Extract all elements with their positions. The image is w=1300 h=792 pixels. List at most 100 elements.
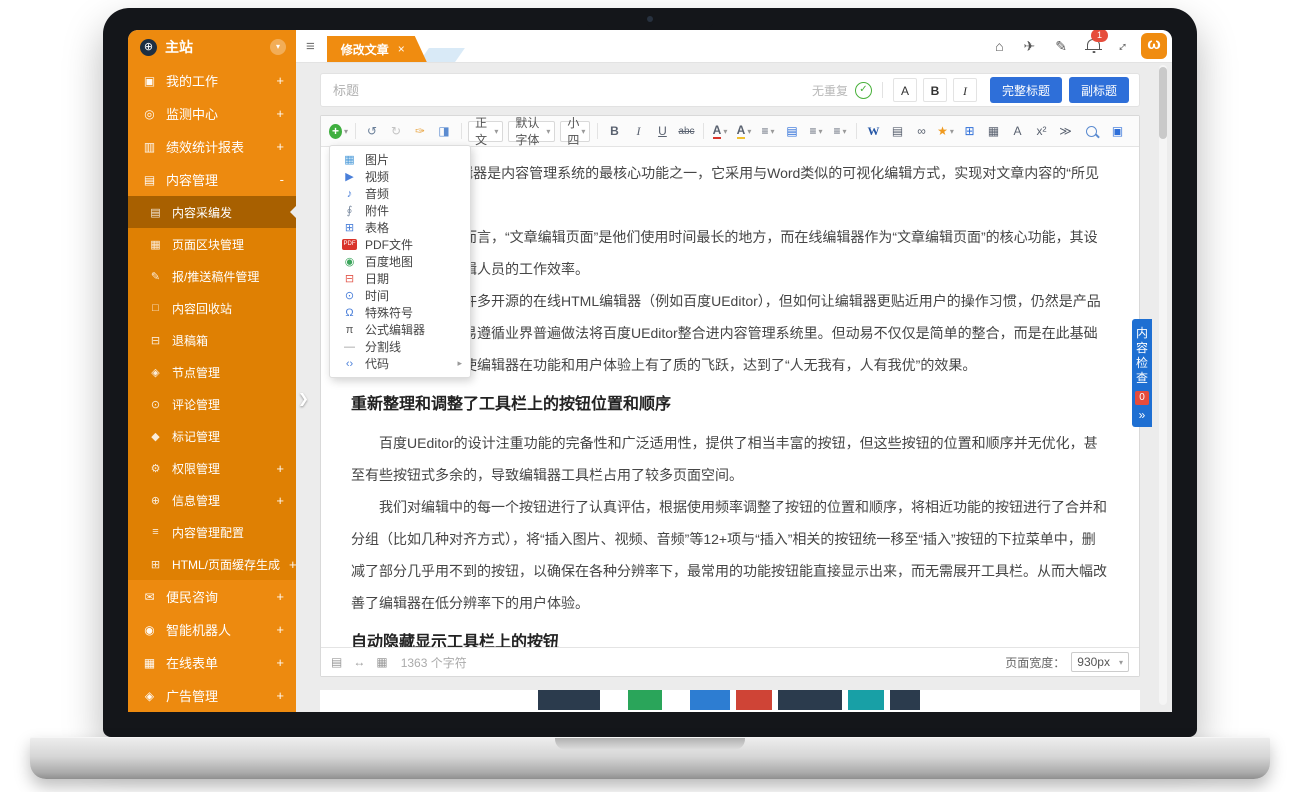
menu-item-label: 表格 — [365, 219, 389, 236]
sidebar-collapse-icon[interactable]: ≡ — [306, 38, 315, 55]
title-bold-button[interactable]: B — [923, 78, 947, 102]
insert-menu-item-date[interactable]: ⊟ 日期 — [330, 270, 470, 287]
bold-button[interactable]: B — [603, 120, 626, 142]
font-family-value: 默认字体 — [515, 114, 544, 148]
submenu-item-label: 标记管理 — [172, 428, 284, 445]
caret-down-icon: ▾ — [747, 127, 751, 136]
page-width-select[interactable]: 930px ▾ — [1071, 652, 1129, 672]
sidebar-item-online-form[interactable]: ▦ 在线表单 + — [128, 646, 296, 679]
sidebar-item-convenience-consult[interactable]: ✉ 便民咨询 + — [128, 580, 296, 613]
underline-button[interactable]: U — [651, 120, 674, 142]
full-title-button[interactable]: 完整标题 — [990, 77, 1062, 103]
italic-button[interactable]: I — [627, 120, 650, 142]
color-block — [848, 690, 884, 710]
insert-menu-item-formula-editor[interactable]: π 公式编辑器 — [330, 321, 470, 338]
pencil-icon: ✎ — [148, 270, 163, 283]
scrollbar-thumb[interactable] — [1159, 67, 1167, 139]
paragraph-format-button[interactable]: ▤ — [780, 120, 803, 142]
paragraph-select[interactable]: 正文 ▾ — [468, 121, 503, 142]
insert-menu-item-video[interactable]: ▶ 视频 — [330, 168, 470, 185]
sidebar-item-performance-report[interactable]: ▥ 绩效统计报表 + — [128, 130, 296, 163]
search-replace-icon[interactable] — [1086, 126, 1097, 137]
submenu-item-content-editing[interactable]: ▤ 内容采编发 — [128, 196, 296, 228]
blocks-icon: ▦ — [148, 238, 163, 251]
subtitle-button[interactable]: 副标题 — [1069, 77, 1129, 103]
submenu-item-rejected-box[interactable]: ⊟ 退稿箱 — [128, 324, 296, 356]
title-input[interactable] — [331, 82, 812, 99]
tab-close-icon[interactable]: × — [398, 42, 405, 56]
sidebar-item-monitor-center[interactable]: ◎ 监测中心 + — [128, 97, 296, 130]
submenu-item-push-manuscript[interactable]: ✎ 报/推送稿件管理 — [128, 260, 296, 292]
insert-menu-item-special-symbol[interactable]: Ω 特殊符号 — [330, 304, 470, 321]
insert-menu-item-divider[interactable]: — 分割线 — [330, 338, 470, 355]
submenu-item-info-management[interactable]: ⊕ 信息管理 + — [128, 484, 296, 516]
divider — [461, 123, 462, 139]
sidebar-item-my-work[interactable]: ▣ 我的工作 + — [128, 64, 296, 97]
sidebar-item-smart-robot[interactable]: ◉ 智能机器人 + — [128, 613, 296, 646]
grid-toggle-icon[interactable]: ▦ — [376, 655, 387, 669]
paste-button[interactable]: ▤ — [886, 120, 909, 142]
highlight-color-button[interactable]: A ▾ — [732, 120, 755, 142]
submenu-item-comment-management[interactable]: ⊙ 评论管理 — [128, 388, 296, 420]
font-color-icon: A — [713, 124, 722, 139]
superscript-button[interactable]: x² — [1030, 120, 1053, 142]
insert-menu-item-table[interactable]: ⊞ 表格 — [330, 219, 470, 236]
panel-expand-handle[interactable]: ❯ — [298, 391, 309, 407]
table-button[interactable]: ⊞ — [958, 120, 981, 142]
insert-menu-item-code[interactable]: ‹› 代码 ▸ — [330, 355, 470, 372]
tab-edit-article[interactable]: 修改文章 × — [327, 36, 427, 62]
undo-button[interactable]: ↺ — [361, 120, 384, 142]
word-import-button[interactable]: W — [862, 120, 885, 142]
link-button[interactable]: ∞ — [910, 120, 933, 142]
rocket-icon[interactable]: ✈ — [1024, 38, 1036, 55]
editor-scrollbar[interactable] — [1159, 65, 1167, 705]
font-family-select[interactable]: 默认字体 ▾ — [508, 121, 555, 142]
menu-item-label: 代码 — [365, 355, 389, 372]
format-painter-button[interactable]: ✑ — [409, 120, 432, 142]
compose-icon[interactable]: ✎ — [1055, 38, 1067, 55]
insert-menu-item-time[interactable]: ⊙ 时间 — [330, 287, 470, 304]
insert-menu-item-baidu-map[interactable]: ◉ 百度地图 — [330, 253, 470, 270]
autotypeset-button[interactable]: ★ ▾ — [934, 120, 957, 142]
notifications-button[interactable]: 1 — [1087, 37, 1100, 55]
duplicate-check-label: 无重复 — [812, 82, 848, 99]
more-tools-button[interactable]: ≫ — [1054, 120, 1077, 142]
sidebar-item-label: 内容管理 — [166, 170, 271, 189]
unordered-list-button[interactable]: ≡ ▾ — [828, 120, 851, 142]
redo-button[interactable]: ↻ — [385, 120, 408, 142]
submenu-item-page-block[interactable]: ▦ 页面区块管理 — [128, 228, 296, 260]
home-icon[interactable]: ⌂ — [995, 38, 1003, 54]
title-italic-button[interactable]: I — [953, 78, 977, 102]
submenu-item-node-management[interactable]: ◈ 节点管理 — [128, 356, 296, 388]
element-path-icon[interactable]: ▤ — [331, 655, 342, 669]
sidebar-item-content-management[interactable]: ▤ 内容管理 - — [128, 163, 296, 196]
strikethrough-button[interactable]: abc — [675, 120, 698, 142]
site-switcher-button[interactable]: ▾ — [270, 39, 286, 55]
fullscreen-icon[interactable]: ↕ — [1115, 38, 1131, 54]
submenu-item-html-cache[interactable]: ⊞ HTML/页面缓存生成 + — [128, 548, 296, 580]
submenu-item-tag-management[interactable]: ◆ 标记管理 — [128, 420, 296, 452]
duplicate-check-icon[interactable]: ✓ — [855, 82, 872, 99]
font-a-button[interactable]: A — [893, 78, 917, 102]
width-toggle-icon[interactable]: ↔ — [353, 655, 365, 669]
insert-menu-item-attachment[interactable]: ∮ 附件 — [330, 202, 470, 219]
content-check-tab[interactable]: 内容检查 0 » — [1132, 319, 1152, 427]
image-grid-button[interactable]: ▦ — [982, 120, 1005, 142]
submenu-item-content-config[interactable]: ≡ 内容管理配置 — [128, 516, 296, 548]
font-size-select[interactable]: 小四 ▾ — [560, 121, 590, 142]
insert-menu-item-image[interactable]: ▦ 图片 — [330, 151, 470, 168]
font-color-button[interactable]: A ▾ — [708, 120, 731, 142]
ordered-list-button[interactable]: ≡ ▾ — [804, 120, 827, 142]
submenu-item-permission-management[interactable]: ⚙ 权限管理 + — [128, 452, 296, 484]
eraser-button[interactable]: ◨ — [433, 120, 456, 142]
sidebar-item-ad-management[interactable]: ◈ 广告管理 + — [128, 679, 296, 712]
alignment-button[interactable]: ≡ ▾ — [756, 120, 779, 142]
insert-menu-item-pdf[interactable]: PDF PDF文件 — [330, 236, 470, 253]
submenu-item-label: 内容采编发 — [172, 204, 284, 221]
insert-menu-item-audio[interactable]: ♪ 音频 — [330, 185, 470, 202]
app-window: ⊕ 主站 ▾ ▣ 我的工作 + ◎ 监测中心 + ▥ 绩效统计报表 + — [128, 30, 1172, 712]
insert-dropdown-button[interactable]: + ▾ — [327, 120, 350, 142]
preview-button[interactable]: ▣ — [1106, 120, 1129, 142]
submenu-item-recycle-bin[interactable]: □ 内容回收站 — [128, 292, 296, 324]
text-box-button[interactable]: A — [1006, 120, 1029, 142]
